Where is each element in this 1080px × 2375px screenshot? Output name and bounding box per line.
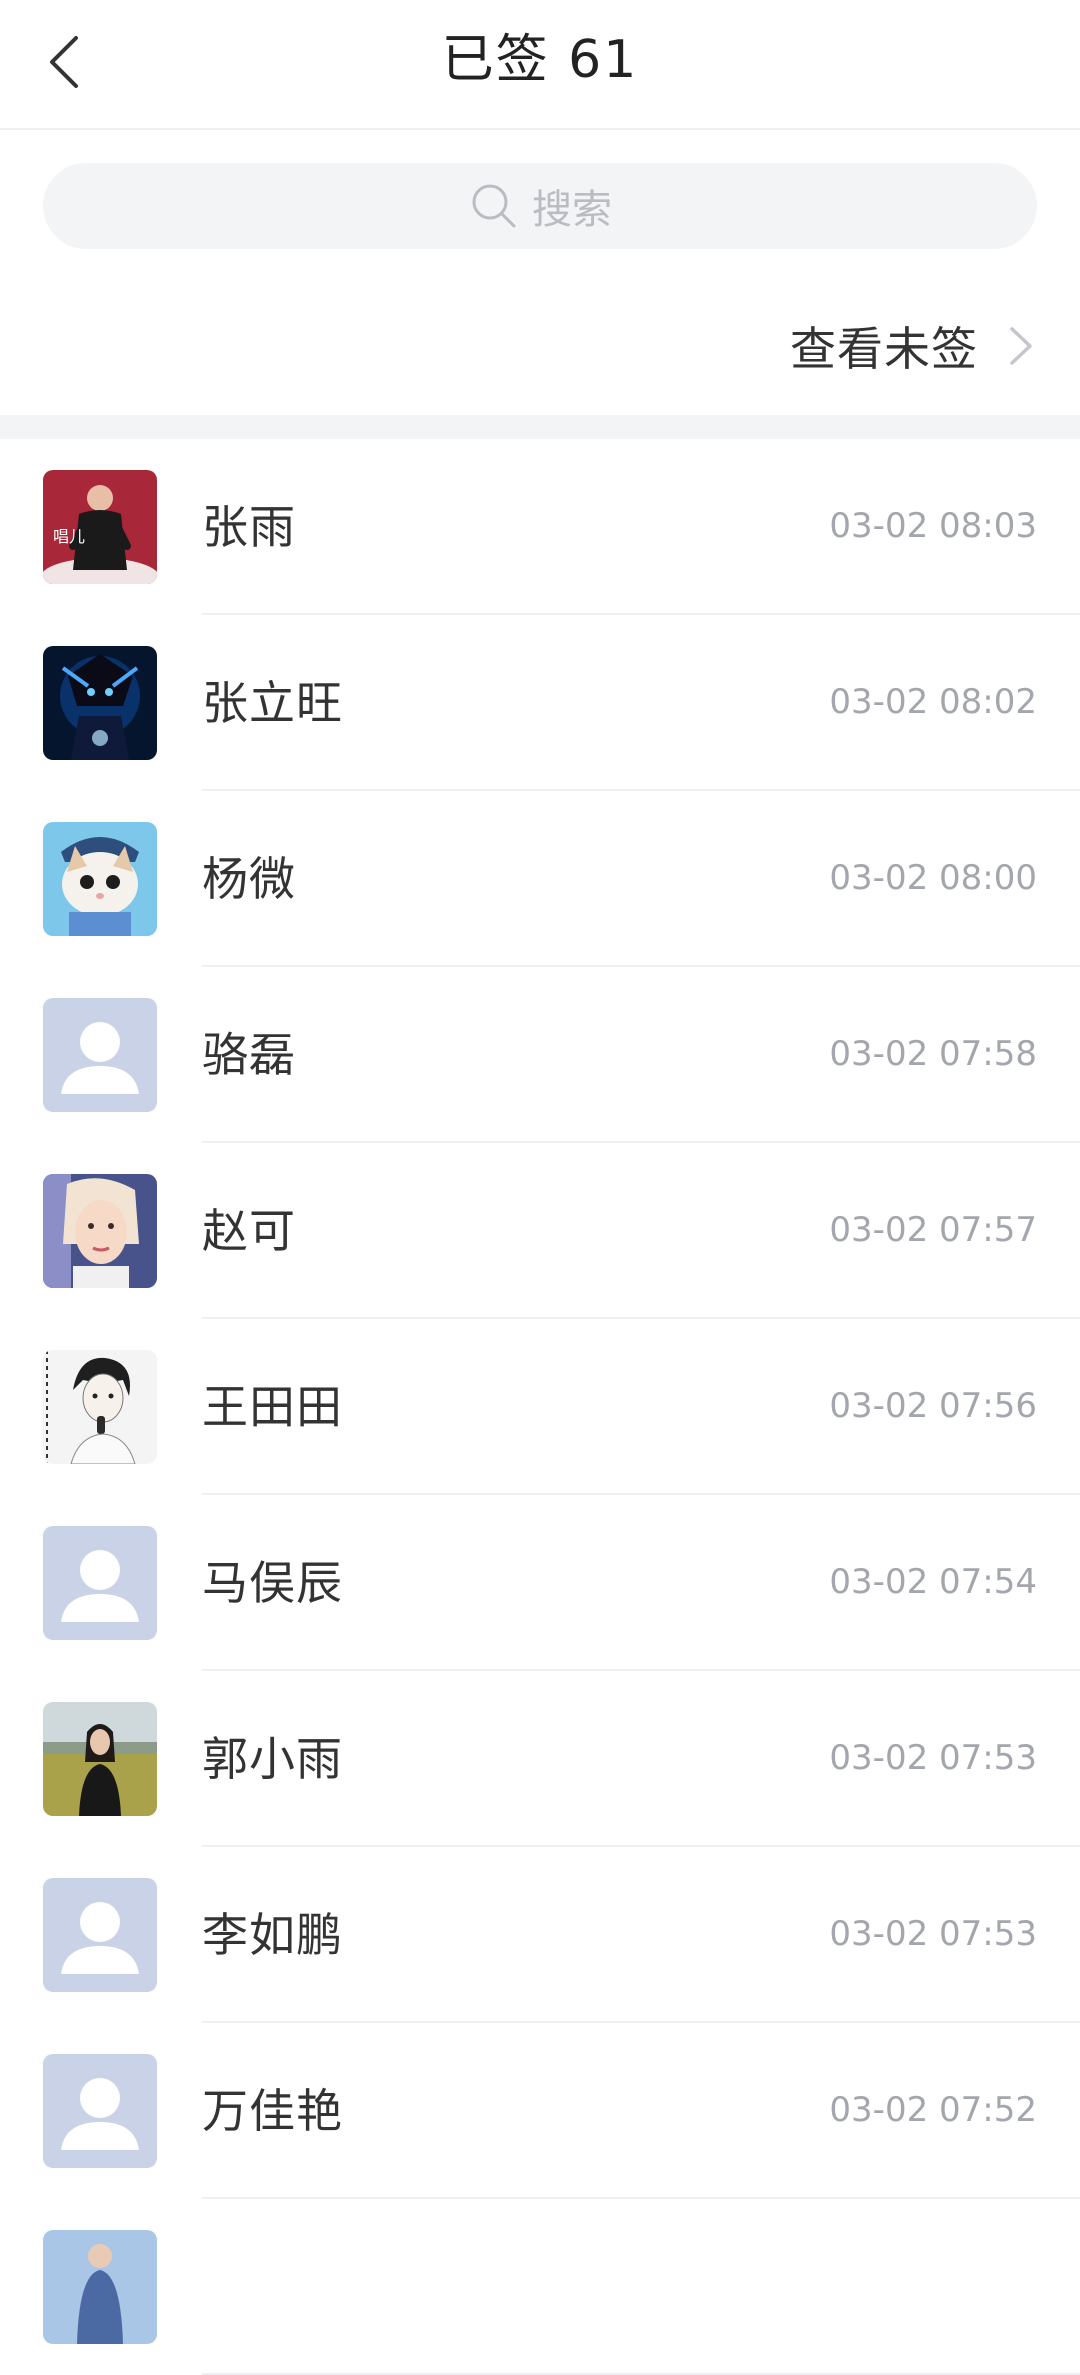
view-unsigned-label: 查看未签 <box>790 322 978 376</box>
avatar <box>43 998 157 1112</box>
svg-text:唱儿: 唱儿 <box>53 527 85 546</box>
member-name: 张立旺 <box>202 676 343 730</box>
member-name: 万佳艳 <box>202 2084 343 2138</box>
chevron-right-icon <box>1010 327 1032 365</box>
search-input[interactable]: 搜索 <box>43 163 1037 249</box>
list-item[interactable]: 赵可 03-02 07:57 <box>0 1143 1080 1319</box>
sign-time: 03-02 07:53 <box>829 1738 1037 1778</box>
avatar <box>43 1702 157 1816</box>
avatar <box>43 646 157 760</box>
list-item[interactable]: 马俣辰 03-02 07:54 <box>0 1495 1080 1671</box>
list-item[interactable]: 骆磊 03-02 07:58 <box>0 967 1080 1143</box>
list-item[interactable]: 张立旺 03-02 08:02 <box>0 615 1080 791</box>
avatar <box>43 2054 157 2168</box>
list-item[interactable]: 万佳艳 03-02 07:52 <box>0 2023 1080 2199</box>
view-unsigned-link[interactable]: 查看未签 <box>790 306 1040 386</box>
section-divider <box>0 415 1080 439</box>
avatar <box>43 1878 157 1992</box>
member-name: 王田田 <box>202 1380 343 1434</box>
sign-time: 03-02 08:02 <box>829 682 1037 722</box>
sign-time: 03-02 07:57 <box>829 1210 1037 1250</box>
member-name: 郭小雨 <box>202 1732 343 1786</box>
sign-time: 03-02 07:52 <box>829 2090 1037 2130</box>
list-item[interactable]: 郭小雨 03-02 07:53 <box>0 1671 1080 1847</box>
avatar <box>43 1350 157 1464</box>
default-avatar-icon <box>43 2054 157 2168</box>
list-item[interactable]: 王田田 03-02 07:56 <box>0 1319 1080 1495</box>
member-name: 李如鹏 <box>202 1908 343 1962</box>
default-avatar-icon <box>43 1526 157 1640</box>
list-item[interactable]: 唱儿 张雨 03-02 08:03 <box>0 439 1080 615</box>
sign-time: 03-02 07:54 <box>829 1562 1037 1602</box>
list-item[interactable]: 杨微 03-02 08:00 <box>0 791 1080 967</box>
list-item[interactable]: 李如鹏 03-02 07:53 <box>0 1847 1080 2023</box>
avatar <box>43 2230 157 2344</box>
member-name: 骆磊 <box>202 1028 296 1082</box>
default-avatar-icon <box>43 1878 157 1992</box>
avatar <box>43 1526 157 1640</box>
list-item[interactable] <box>0 2199 1080 2375</box>
search-icon <box>472 184 516 228</box>
sign-time: 03-02 07:53 <box>829 1914 1037 1954</box>
page-title: 已签 61 <box>441 30 639 90</box>
member-name: 杨微 <box>202 852 296 906</box>
avatar <box>43 1174 157 1288</box>
sign-time: 03-02 07:56 <box>829 1386 1037 1426</box>
default-avatar-icon <box>43 998 157 1112</box>
member-name: 张雨 <box>202 500 296 554</box>
member-name: 马俣辰 <box>202 1556 343 1610</box>
sign-time: 03-02 08:00 <box>829 858 1037 898</box>
signed-list: 唱儿 张雨 03-02 08:03 张立旺 03-02 08:02 杨微 03-… <box>0 439 1080 2375</box>
avatar: 唱儿 <box>43 470 157 584</box>
search-placeholder: 搜索 <box>532 187 612 233</box>
sign-time: 03-02 08:03 <box>829 506 1037 546</box>
avatar <box>43 822 157 936</box>
header-bar: 已签 61 <box>0 0 1080 130</box>
member-name: 赵可 <box>202 1204 296 1258</box>
sign-time: 03-02 07:58 <box>829 1034 1037 1074</box>
